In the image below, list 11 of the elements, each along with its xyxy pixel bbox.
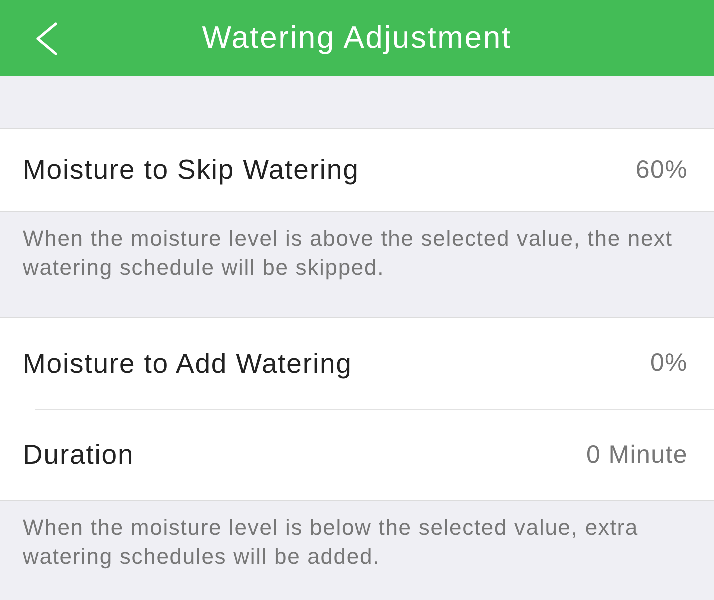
setting-label: Duration (23, 439, 134, 471)
setting-value: 0% (650, 349, 688, 378)
screen-title: Watering Adjustment (202, 20, 512, 56)
setting-value: 60% (636, 156, 688, 184)
help-text: When the moisture level is above the selected value, the next watering schedule will be skipped. (22, 225, 674, 282)
setting-label: Moisture to Skip Watering (23, 154, 360, 186)
help-text: When the moisture level is below the selected value, extra watering schedules will be added. (22, 514, 640, 571)
setting-label: Moisture to Add Watering (23, 348, 352, 380)
back-button[interactable] (34, 22, 60, 56)
setting-value: 0 Minute (586, 440, 688, 470)
chevron-left-icon (34, 22, 60, 56)
